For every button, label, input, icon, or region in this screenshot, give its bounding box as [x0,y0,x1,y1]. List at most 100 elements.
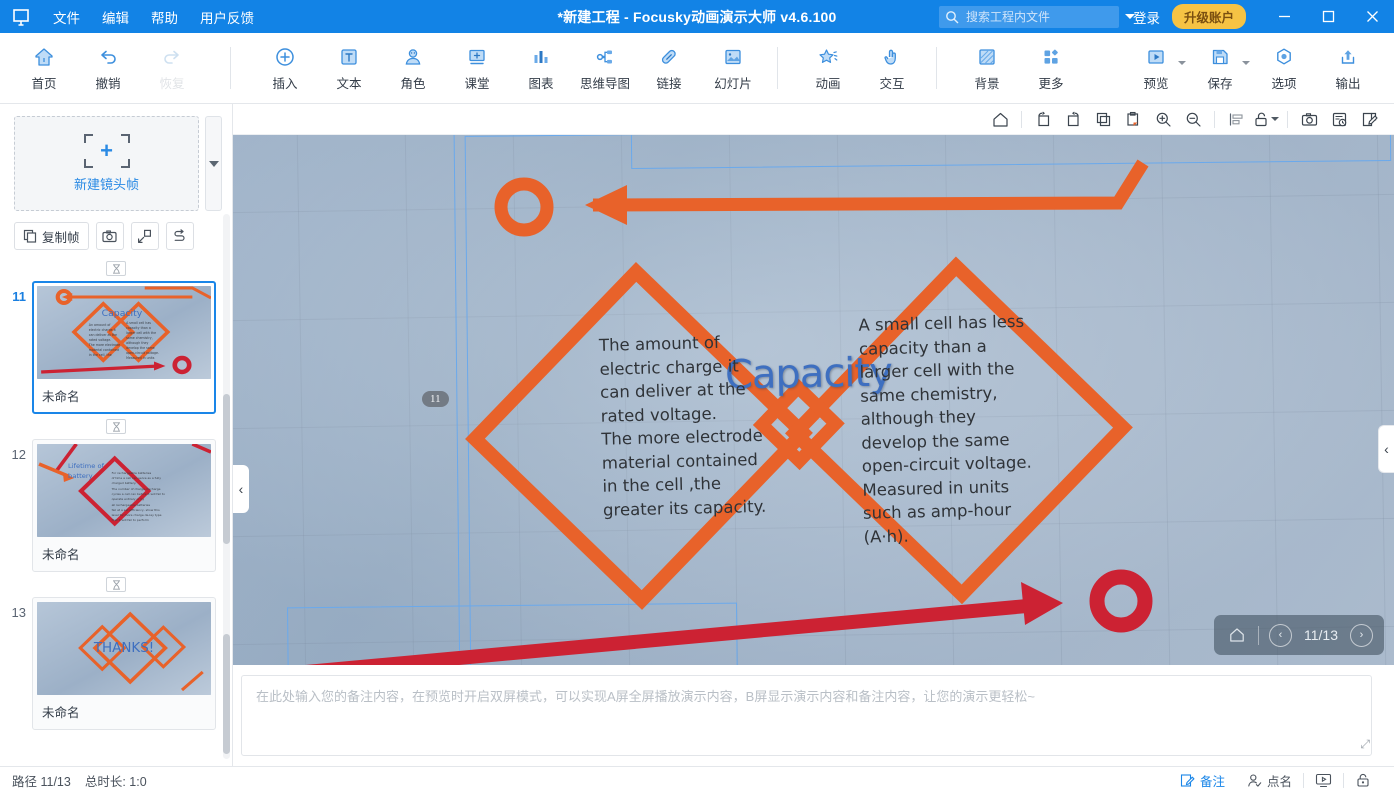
new-camera-frame-button[interactable]: + 新建镜头帧 [14,116,199,211]
save-dropdown-icon[interactable] [1242,60,1250,65]
menu-help[interactable]: 帮助 [140,3,189,31]
cv-snapshot-button[interactable] [1294,105,1324,133]
slide-thumbnail: Lifetime of battery For rechargeable bat… [37,444,211,537]
export-upload-icon [1336,45,1360,69]
cv-zoom-out-button[interactable] [1178,105,1208,133]
project-search[interactable] [938,5,1135,28]
ribbon-redo[interactable]: 恢复 [140,33,204,104]
canvas-area: 11 Capacity The amount of electric charg… [233,104,1394,665]
cv-edit-button[interactable] [1354,105,1384,133]
group-insert: 插入 文本 角色 课堂 图表 思维导图 链接 幻灯片 [253,33,765,104]
upgrade-account-button[interactable]: 升级账户 [1171,4,1246,29]
nav-next-button[interactable]: › [1350,623,1373,647]
ribbon-animation[interactable]: 动画 [796,33,860,104]
mindmap-icon [593,45,617,69]
cv-zoom-in-button[interactable] [1148,105,1178,133]
ribbon-options-label: 选项 [1271,76,1297,91]
timer-chip-icon[interactable] [106,261,126,276]
top-arrow-line [592,159,1149,212]
expand-right-panel-button[interactable]: ‹ [1378,425,1394,473]
svg-text:THANKS!: THANKS! [93,641,154,656]
ribbon-preview[interactable]: 预览 [1124,33,1188,104]
new-frame-dropdown-button[interactable] [205,116,222,211]
ribbon-export[interactable]: 输出 [1316,33,1380,104]
nav-home-button[interactable] [1225,624,1248,647]
svg-text:rated voltage.: rated voltage. [89,338,111,342]
bottom-arrow-line [305,598,1039,665]
resize-grip-icon[interactable]: ⤢ [1360,737,1370,752]
slide-title[interactable]: 未命名 [37,379,211,409]
cv-frame-history-button[interactable] [1324,105,1354,133]
ribbon-link-label: 链接 [656,76,682,91]
svg-text:An amount of: An amount of [89,323,112,327]
slide-item-11[interactable]: 11 Capacity An amount of electric charge… [0,281,232,414]
search-input[interactable] [958,9,1121,24]
timer-chip-icon[interactable] [106,577,126,592]
cv-paste-button[interactable] [1118,105,1148,133]
login-button[interactable]: 登录 [1133,7,1160,27]
cv-rotate-right-button[interactable] [1058,105,1088,133]
ribbon-insert[interactable]: 插入 [253,33,317,104]
svg-text:can deliver at the: can deliver at the [89,333,117,337]
menu-file[interactable]: 文件 [42,3,91,31]
ribbon-options[interactable]: 选项 [1252,33,1316,104]
ribbon-classroom[interactable]: 课堂 [445,33,509,104]
ribbon-chart[interactable]: 图表 [509,33,573,104]
duplicate-frame-button[interactable]: 复制帧 [14,222,89,250]
maximize-button[interactable] [1306,0,1350,33]
slide-card[interactable]: THANKS! 未命名 [32,597,216,730]
animation-star-icon [816,45,840,69]
slide-card[interactable]: Lifetime of battery For rechargeable bat… [32,439,216,572]
timer-chip-icon[interactable] [106,419,126,434]
svg-text:larger cell with the: larger cell with the [126,331,156,335]
fit-frame-button[interactable] [130,222,159,250]
sidebar-scrollbar[interactable] [223,214,230,759]
status-presenter-button[interactable] [1304,773,1343,788]
search-dropdown-icon[interactable] [1124,14,1135,19]
cv-align-button[interactable] [1221,105,1251,133]
reorder-path-button[interactable] [165,222,194,250]
minimize-button[interactable] [1262,0,1306,33]
slide-right-text[interactable]: A small cell has less capacity than a la… [858,308,1089,548]
nav-prev-button[interactable]: ‹ [1269,623,1292,647]
menu-feedback[interactable]: 用户反馈 [189,3,265,31]
status-notes-button[interactable]: 备注 [1169,771,1236,790]
status-path-label: 路径 11/13 [12,775,71,789]
svg-text:same chemistry,: same chemistry, [126,336,153,340]
notes-input[interactable] [241,675,1372,756]
slide-item-13[interactable]: 13 THANKS! 未命名 [0,597,232,730]
ribbon-slide[interactable]: 幻灯片 [701,33,765,104]
ribbon-interaction[interactable]: 交互 [860,33,924,104]
ribbon-more[interactable]: 更多 [1019,33,1083,104]
svg-text:electric charge it: electric charge it [89,328,117,332]
status-rollcall-button[interactable]: 点名 [1236,771,1303,790]
cv-rotate-left-button[interactable] [1028,105,1058,133]
capture-frame-button[interactable] [95,222,124,250]
status-lock-button[interactable] [1344,773,1382,788]
preview-dropdown-icon[interactable] [1178,60,1186,65]
lock-dropdown-icon[interactable] [1271,117,1279,121]
slide-canvas[interactable]: 11 Capacity The amount of electric charg… [233,135,1394,665]
slide-item-12[interactable]: 12 Lifetime of battery For rechargeable … [0,439,232,572]
redo-icon [160,45,184,69]
ribbon-home[interactable]: 首页 [12,33,76,104]
ribbon-text[interactable]: 文本 [317,33,381,104]
cv-copy-button[interactable] [1088,105,1118,133]
slide-left-text[interactable]: The amount of electric charge it can del… [599,328,834,522]
group-output: 预览 保存 选项 输出 [1124,33,1380,104]
save-disk-icon [1208,45,1232,69]
collapse-sidebar-button[interactable]: ‹ [233,465,249,513]
close-button[interactable] [1350,0,1394,33]
ribbon-undo[interactable]: 撤销 [76,33,140,104]
ribbon-link[interactable]: 链接 [637,33,701,104]
slide-card[interactable]: Capacity An amount of electric charge it … [32,281,216,414]
cv-home-button[interactable] [985,105,1015,133]
ribbon-save[interactable]: 保存 [1188,33,1252,104]
ribbon-mindmap[interactable]: 思维导图 [573,33,637,104]
slide-title[interactable]: 未命名 [37,537,211,567]
slide-title[interactable]: 未命名 [37,695,211,725]
ribbon-character[interactable]: 角色 [381,33,445,104]
menu-edit[interactable]: 编辑 [91,3,140,31]
cv-lock-button[interactable] [1251,105,1281,133]
ribbon-background[interactable]: 背景 [955,33,1019,104]
